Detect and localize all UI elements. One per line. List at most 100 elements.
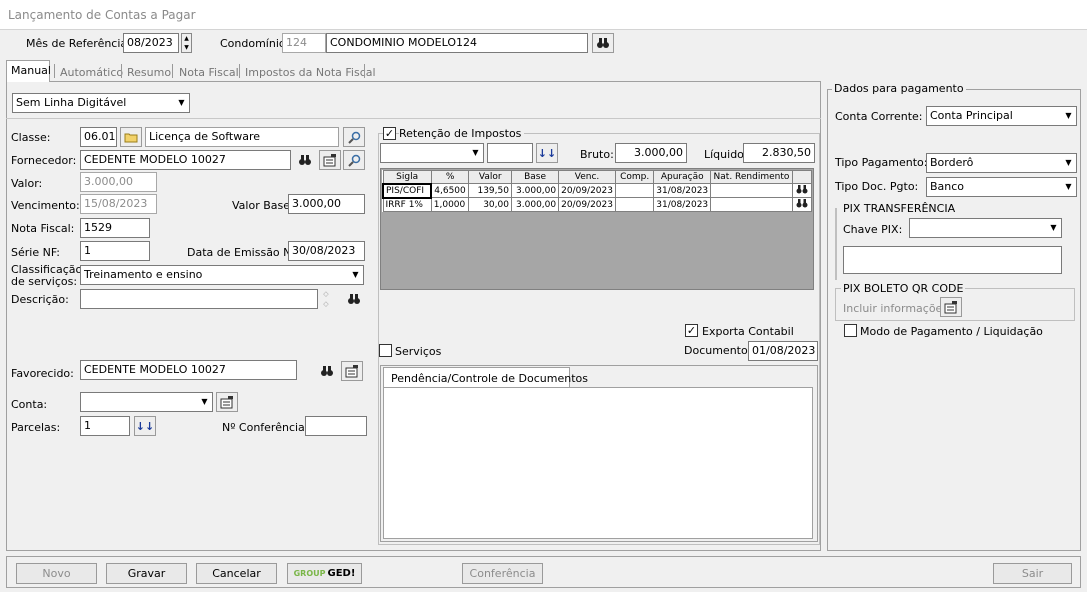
mes-spinner[interactable]: ▲ ▼ [181, 33, 192, 53]
search-icon[interactable] [343, 127, 365, 147]
data-emissao-input[interactable]: 30/08/2023 [288, 241, 365, 261]
favorecido-input[interactable]: CEDENTE MODELO 10027 [80, 360, 297, 380]
classificacao-select[interactable]: Treinamento e ensino ▼ [80, 265, 364, 285]
chevron-down-icon: ▼ [1045, 219, 1061, 237]
pix-boleto-title: PIX BOLETO QR CODE [841, 282, 966, 295]
chevron-down-icon: ▼ [1060, 154, 1076, 172]
retencao-label: Retenção de Impostos [399, 127, 525, 140]
conferencia-button[interactable]: Conferência [462, 563, 543, 584]
pix-detail-box[interactable] [843, 246, 1062, 274]
column-header[interactable]: Sigla [382, 170, 432, 184]
binoculars-icon[interactable] [592, 33, 614, 53]
tab-manual[interactable]: Manual [11, 64, 51, 82]
modo-pagamento-label: Modo de Pagamento / Liquidação [860, 325, 1043, 338]
column-header[interactable]: Venc. [558, 170, 616, 184]
exporta-contabil-label: Exporta Contabil [702, 325, 794, 338]
gravar-button[interactable]: Gravar [106, 563, 187, 584]
linha-digitavel-select[interactable]: Sem Linha Digitável ▼ [12, 93, 190, 113]
edit-form-icon[interactable] [216, 392, 238, 412]
conta-corrente-label: Conta Corrente: [835, 110, 923, 123]
table-cell: 30,00 [468, 197, 512, 212]
search-icon[interactable] [343, 150, 365, 170]
column-header[interactable]: % [430, 170, 470, 184]
binoculars-icon[interactable] [294, 150, 316, 170]
table-cell: 4,6500 [430, 183, 470, 198]
classe-code-input[interactable]: 06.01 [80, 127, 117, 147]
table-cell [710, 197, 793, 212]
sair-button[interactable]: Sair [993, 563, 1072, 584]
tipo-doc-select[interactable]: Banco ▼ [926, 177, 1077, 197]
conta-corrente-select[interactable]: Conta Principal ▼ [926, 106, 1077, 126]
descricao-spinner[interactable]: ◇ ◇ [321, 289, 331, 309]
group-ged-button[interactable]: GROUP GED! [287, 563, 362, 584]
descricao-input[interactable] [80, 289, 318, 309]
table-cell: 139,50 [468, 183, 512, 198]
vencimento-input[interactable]: 15/08/2023 [80, 194, 157, 214]
classe-name-input[interactable]: Licença de Software [145, 127, 339, 147]
column-header[interactable]: Nat. Rendimento [710, 170, 793, 184]
liquido-input[interactable]: 2.830,50 [743, 143, 815, 163]
table-cell [614, 197, 655, 212]
nota-fiscal-input[interactable]: 1529 [80, 218, 150, 238]
serie-nf-input[interactable]: 1 [80, 241, 150, 261]
classificacao-label-2: de serviços: [11, 275, 78, 288]
pagamento-title: Dados para pagamento [832, 82, 966, 95]
double-arrow-down-icon[interactable]: ↓↓ [536, 143, 558, 163]
column-header[interactable]: Valor [468, 170, 512, 184]
valor-base-input[interactable]: 3.000,00 [288, 194, 365, 214]
modo-pagamento-checkbox[interactable] [844, 324, 857, 337]
table-cell: 3.000,00 [510, 197, 560, 212]
edit-form-icon[interactable] [940, 297, 962, 317]
exporta-contabil-checkbox[interactable]: ✓ [685, 324, 698, 337]
conferencia-input[interactable] [305, 416, 367, 436]
nota-fiscal-label: Nota Fiscal: [11, 222, 75, 235]
servicos-checkbox[interactable] [379, 344, 392, 357]
tipo-doc-value: Banco [930, 180, 965, 193]
documento-label: Documento: [684, 344, 752, 357]
chevron-down-icon: ▼ [173, 94, 189, 112]
binoculars-icon[interactable] [791, 197, 813, 212]
retencao-checkbox[interactable]: ✓ [383, 127, 396, 140]
table-row[interactable]: IRRF 1% 1,0000 30,00 3.000,00 20/09/2023… [382, 197, 813, 212]
conferencia-label: Nº Conferência: [222, 421, 309, 434]
parcelas-input[interactable]: 1 [80, 416, 130, 436]
mes-referencia-input[interactable]: 08/2023 [123, 33, 179, 53]
fornecedor-input[interactable]: CEDENTE MODELO 10027 [80, 150, 291, 170]
binoculars-icon[interactable] [316, 361, 338, 381]
table-cell: 1,0000 [430, 197, 470, 212]
bruto-input[interactable]: 3.000,00 [615, 143, 687, 163]
novo-button[interactable]: Novo [16, 563, 97, 584]
table-cell: IRRF 1% [382, 197, 432, 212]
edit-form-icon[interactable] [319, 150, 341, 170]
binoculars-icon[interactable] [343, 289, 365, 309]
column-header[interactable]: Comp. [614, 170, 655, 184]
documento-input[interactable]: 01/08/2023 [748, 341, 818, 361]
condominio-code-input[interactable]: 124 [282, 33, 326, 53]
binoculars-icon[interactable] [791, 183, 813, 198]
conta-select[interactable]: ▼ [80, 392, 213, 412]
double-arrow-down-icon[interactable]: ↓↓ [134, 416, 156, 436]
column-header[interactable]: Apuração [653, 170, 712, 184]
table-row[interactable]: PIS/COFI 4,6500 139,50 3.000,00 20/09/20… [381, 182, 813, 199]
edit-form-icon[interactable] [341, 361, 363, 381]
table-cell: 31/08/2023 [653, 183, 712, 198]
conta-corrente-value: Conta Principal [930, 109, 1013, 122]
table-cell [710, 183, 793, 198]
window-title: Lançamento de Contas a Pagar [8, 8, 196, 22]
tipo-pagamento-select[interactable]: Borderô ▼ [926, 153, 1077, 173]
tipo-pagamento-value: Borderô [930, 156, 974, 169]
servicos-label: Serviços [395, 345, 442, 358]
liquido-label: Líquido: [704, 148, 748, 161]
ged-group-text: GROUP [293, 569, 326, 578]
folder-icon[interactable] [120, 127, 142, 147]
favorecido-label: Favorecido: [11, 367, 74, 380]
retencao-aliquota-input[interactable] [487, 143, 533, 163]
column-header[interactable]: Base [510, 170, 560, 184]
chevron-down-icon: ▼ [1060, 107, 1076, 125]
chave-pix-select[interactable]: ▼ [909, 218, 1062, 238]
condominio-name-input[interactable]: CONDOMINIO MODELO124 [326, 33, 588, 53]
chevron-down-icon: ▼ [347, 266, 363, 284]
retencao-imposto-select[interactable]: ▼ [380, 143, 484, 163]
valor-input[interactable]: 3.000,00 [80, 172, 157, 192]
cancelar-button[interactable]: Cancelar [196, 563, 277, 584]
